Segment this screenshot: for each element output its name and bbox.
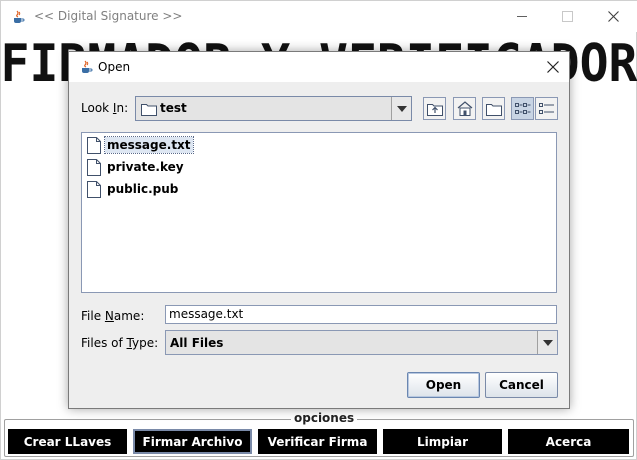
details-view-icon xyxy=(538,102,554,114)
look-in-label: Look In: xyxy=(81,101,128,115)
file-item-message-txt[interactable]: message.txt xyxy=(84,135,194,155)
open-button[interactable]: Open xyxy=(407,372,480,398)
crear-llaves-button[interactable]: Crear LLaves xyxy=(8,429,127,454)
list-view-button[interactable] xyxy=(511,97,534,120)
file-list[interactable]: message.txt private.key public.pub xyxy=(81,132,557,293)
file-item-public-pub[interactable]: public.pub xyxy=(84,179,180,199)
new-folder-button[interactable] xyxy=(482,97,505,120)
files-of-type-label-part: ype: xyxy=(132,336,159,350)
close-icon xyxy=(607,11,619,22)
verificar-firma-button[interactable]: Verificar Firma xyxy=(258,429,377,454)
window-title: << Digital Signature >> xyxy=(34,9,183,23)
firmar-archivo-button[interactable]: Firmar Archivo xyxy=(133,429,252,454)
options-label: opciones xyxy=(291,411,358,425)
file-name-label: File Name: xyxy=(81,309,144,323)
minimize-button[interactable] xyxy=(499,1,545,32)
file-item-private-key[interactable]: private.key xyxy=(84,157,186,177)
details-view-button[interactable] xyxy=(535,97,558,120)
acerca-button[interactable]: Acerca xyxy=(508,429,629,454)
dialog-title-bar: Open xyxy=(69,52,569,82)
cancel-button[interactable]: Cancel xyxy=(485,372,558,398)
maximize-icon xyxy=(561,11,573,22)
file-name-label-mnemonic: N xyxy=(104,309,114,323)
open-file-dialog: Open Look In: test message.txt private.k… xyxy=(68,51,570,409)
up-one-level-icon xyxy=(426,103,443,116)
chevron-down-icon[interactable] xyxy=(537,331,557,354)
files-of-type-label: Files of Type: xyxy=(81,336,158,350)
dialog-close-button[interactable] xyxy=(539,54,567,80)
file-item-label: private.key xyxy=(107,160,184,174)
title-bar: << Digital Signature >> xyxy=(1,1,637,32)
file-name-label-part: File xyxy=(81,309,105,323)
files-of-type-value: All Files xyxy=(170,336,224,350)
look-in-dropdown[interactable]: test xyxy=(135,96,412,121)
maximize-button[interactable] xyxy=(544,1,590,32)
file-name-input[interactable]: message.txt xyxy=(165,305,557,324)
home-button[interactable] xyxy=(453,97,476,120)
look-in-label-part: n: xyxy=(116,101,129,115)
files-of-type-label-part: Files of xyxy=(81,336,127,350)
minimize-icon xyxy=(516,16,527,17)
document-icon xyxy=(87,136,101,154)
new-folder-icon xyxy=(485,103,502,116)
java-cup-icon xyxy=(82,60,93,73)
look-in-label-part: Look xyxy=(81,101,113,115)
limpiar-button[interactable]: Limpiar xyxy=(383,429,502,454)
chevron-down-icon[interactable] xyxy=(391,97,411,120)
file-item-label: public.pub xyxy=(107,182,179,196)
folder-icon xyxy=(141,104,157,116)
dialog-title: Open xyxy=(98,60,131,74)
look-in-value: test xyxy=(160,101,187,115)
document-icon xyxy=(87,158,101,176)
document-icon xyxy=(87,180,101,198)
up-one-level-button[interactable] xyxy=(423,97,446,120)
files-of-type-dropdown[interactable]: All Files xyxy=(165,330,558,355)
close-icon xyxy=(547,61,559,73)
main-window: << Digital Signature >> FIRMADOR Y VERIF… xyxy=(0,0,637,460)
java-cup-icon xyxy=(10,9,26,25)
home-icon xyxy=(457,101,472,116)
close-window-button[interactable] xyxy=(590,1,636,32)
file-name-label-part: ame: xyxy=(113,309,145,323)
file-item-label: message.txt xyxy=(104,136,194,154)
list-view-icon xyxy=(514,102,530,114)
